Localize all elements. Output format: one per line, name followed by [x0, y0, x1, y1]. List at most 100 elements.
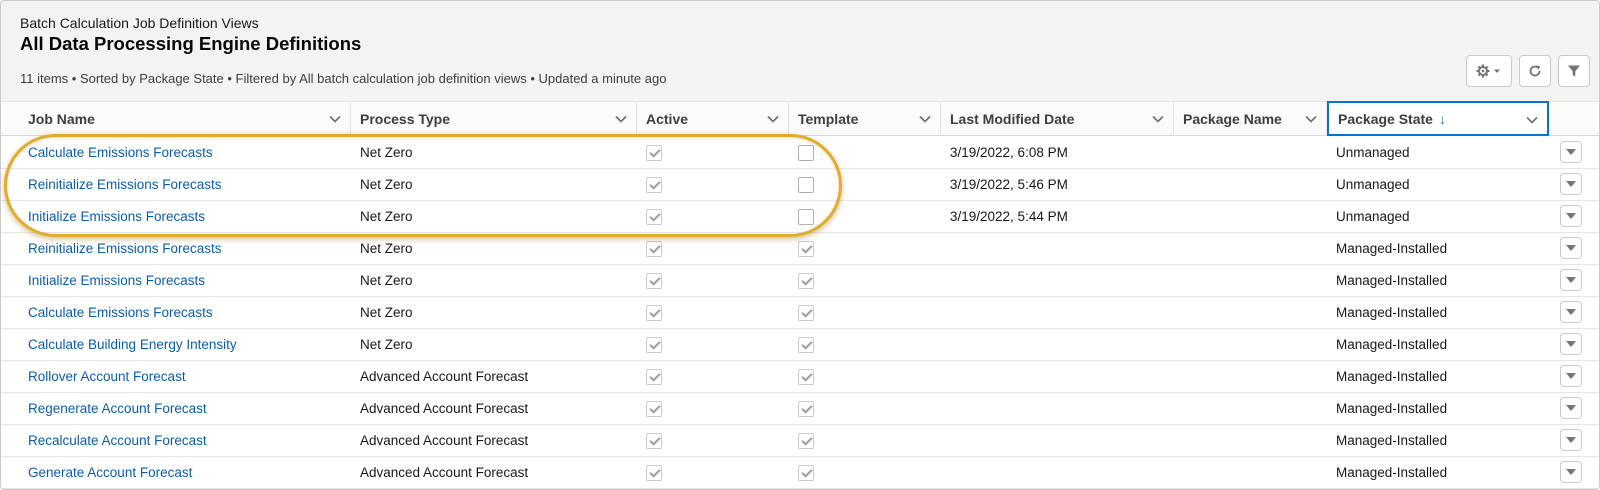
column-header-active[interactable]: Active: [637, 102, 789, 136]
package-state-cell: Managed-Installed: [1336, 337, 1448, 352]
active-checkbox: [646, 465, 662, 481]
table-row[interactable]: Calculate Emissions Forecasts Net Zero Man…: [1, 297, 1599, 329]
chevron-down-icon[interactable]: [328, 112, 342, 126]
row-actions-button[interactable]: [1560, 397, 1582, 419]
table-row[interactable]: Initialize Emissions Forecasts Net Zero Ma…: [1, 265, 1599, 297]
process-type-cell: Net Zero: [360, 145, 413, 160]
sort-descending-icon: ↓: [1438, 110, 1446, 127]
package-state-cell: Unmanaged: [1336, 209, 1410, 224]
table-row[interactable]: Calculate Building Energy Intensity Net Z…: [1, 329, 1599, 361]
column-label: Active: [646, 111, 689, 127]
template-checkbox: [798, 177, 814, 193]
active-checkbox: [646, 401, 662, 417]
template-checkbox: [798, 433, 814, 449]
column-header-package-state[interactable]: Package State ↓: [1327, 101, 1549, 136]
list-info-line: 11 items • Sorted by Package State • Fil…: [20, 71, 667, 86]
last-modified-cell: 3/19/2022, 5:46 PM: [950, 177, 1068, 192]
package-state-cell: Managed-Installed: [1336, 465, 1448, 480]
column-label: Job Name: [28, 111, 95, 127]
row-actions-button[interactable]: [1560, 333, 1582, 355]
process-type-cell: Net Zero: [360, 273, 413, 288]
process-type-cell: Net Zero: [360, 209, 413, 224]
template-checkbox: [798, 369, 814, 385]
column-label: Package State: [1338, 110, 1433, 127]
job-name-link[interactable]: Calculate Building Energy Intensity: [28, 329, 237, 360]
chevron-down-icon[interactable]: [614, 112, 628, 126]
row-actions-button[interactable]: [1560, 429, 1582, 451]
template-checkbox: [798, 145, 814, 161]
process-type-cell: Advanced Account Forecast: [360, 369, 529, 384]
row-actions-button[interactable]: [1560, 237, 1582, 259]
active-checkbox: [646, 177, 662, 193]
column-header-job-name[interactable]: Job Name: [1, 102, 351, 136]
package-state-cell: Unmanaged: [1336, 145, 1410, 160]
chevron-down-icon[interactable]: [1525, 113, 1539, 127]
column-label: Package Name: [1183, 111, 1282, 127]
row-actions-button[interactable]: [1560, 205, 1582, 227]
job-name-link[interactable]: Rollover Account Forecast: [28, 361, 186, 392]
table-row[interactable]: Rollover Account Forecast Advanced Accoun…: [1, 361, 1599, 393]
row-actions-button[interactable]: [1560, 269, 1582, 291]
job-name-link[interactable]: Reinitialize Emissions Forecasts: [28, 233, 222, 264]
chevron-down-icon[interactable]: [918, 112, 932, 126]
template-checkbox: [798, 305, 814, 321]
package-state-cell: Managed-Installed: [1336, 305, 1448, 320]
column-header-package-name[interactable]: Package Name: [1174, 102, 1327, 136]
row-actions-button[interactable]: [1560, 141, 1582, 163]
package-state-cell: Managed-Installed: [1336, 241, 1448, 256]
list-view-panel: Batch Calculation Job Definition Views A…: [0, 0, 1600, 490]
object-label: Batch Calculation Job Definition Views: [20, 15, 259, 31]
last-modified-cell: 3/19/2022, 5:44 PM: [950, 209, 1068, 224]
active-checkbox: [646, 305, 662, 321]
column-header-last-modified-date[interactable]: Last Modified Date: [941, 102, 1174, 136]
template-checkbox: [798, 273, 814, 289]
template-checkbox: [798, 209, 814, 225]
package-state-cell: Managed-Installed: [1336, 433, 1448, 448]
table-row[interactable]: Initialize Emissions Forecasts Net Zero 3/…: [1, 201, 1599, 233]
package-state-cell: Managed-Installed: [1336, 273, 1448, 288]
process-type-cell: Net Zero: [360, 337, 413, 352]
active-checkbox: [646, 433, 662, 449]
job-name-link[interactable]: Calculate Emissions Forecasts: [28, 137, 213, 168]
job-name-link[interactable]: Reinitialize Emissions Forecasts: [28, 169, 222, 200]
job-name-link[interactable]: Initialize Emissions Forecasts: [28, 201, 205, 232]
table-row[interactable]: Generate Account Forecast Advanced Accoun…: [1, 457, 1599, 489]
list-view-title[interactable]: All Data Processing Engine Definitions: [20, 33, 361, 55]
table-row[interactable]: Reinitialize Emissions Forecasts Net Zero…: [1, 169, 1599, 201]
row-actions-button[interactable]: [1560, 461, 1582, 483]
template-checkbox: [798, 337, 814, 353]
job-name-link[interactable]: Initialize Emissions Forecasts: [28, 265, 205, 296]
filter-button[interactable]: [1558, 55, 1590, 87]
template-checkbox: [798, 401, 814, 417]
table-row[interactable]: Reinitialize Emissions Forecasts Net Zero…: [1, 233, 1599, 265]
job-name-link[interactable]: Recalculate Account Forecast: [28, 425, 207, 456]
process-type-cell: Advanced Account Forecast: [360, 465, 529, 480]
job-name-link[interactable]: Regenerate Account Forecast: [28, 393, 207, 424]
row-actions-button[interactable]: [1560, 301, 1582, 323]
table-row[interactable]: Regenerate Account Forecast Advanced Acco…: [1, 393, 1599, 425]
gear-icon: [1476, 64, 1500, 78]
process-type-cell: Advanced Account Forecast: [360, 433, 529, 448]
process-type-cell: Advanced Account Forecast: [360, 401, 529, 416]
filter-icon: [1568, 65, 1580, 77]
active-checkbox: [646, 209, 662, 225]
chevron-down-icon[interactable]: [1151, 112, 1165, 126]
last-modified-cell: 3/19/2022, 6:08 PM: [950, 145, 1068, 160]
job-name-link[interactable]: Generate Account Forecast: [28, 457, 192, 488]
list-settings-button[interactable]: [1466, 55, 1512, 87]
chevron-down-icon[interactable]: [766, 112, 780, 126]
column-header-process-type[interactable]: Process Type: [351, 102, 637, 136]
chevron-down-icon[interactable]: [1304, 112, 1318, 126]
process-type-cell: Net Zero: [360, 177, 413, 192]
refresh-button[interactable]: [1519, 55, 1551, 87]
row-actions-button[interactable]: [1560, 173, 1582, 195]
process-type-cell: Net Zero: [360, 305, 413, 320]
table-row[interactable]: Calculate Emissions Forecasts Net Zero 3/1…: [1, 137, 1599, 169]
row-actions-button[interactable]: [1560, 365, 1582, 387]
package-state-cell: Managed-Installed: [1336, 401, 1448, 416]
list-view-header: Batch Calculation Job Definition Views A…: [1, 1, 1599, 101]
table-row[interactable]: Recalculate Account Forecast Advanced Acc…: [1, 425, 1599, 457]
table-header: Job Name Process Type Active Template La…: [1, 101, 1599, 136]
column-header-template[interactable]: Template: [789, 102, 941, 136]
job-name-link[interactable]: Calculate Emissions Forecasts: [28, 297, 213, 328]
